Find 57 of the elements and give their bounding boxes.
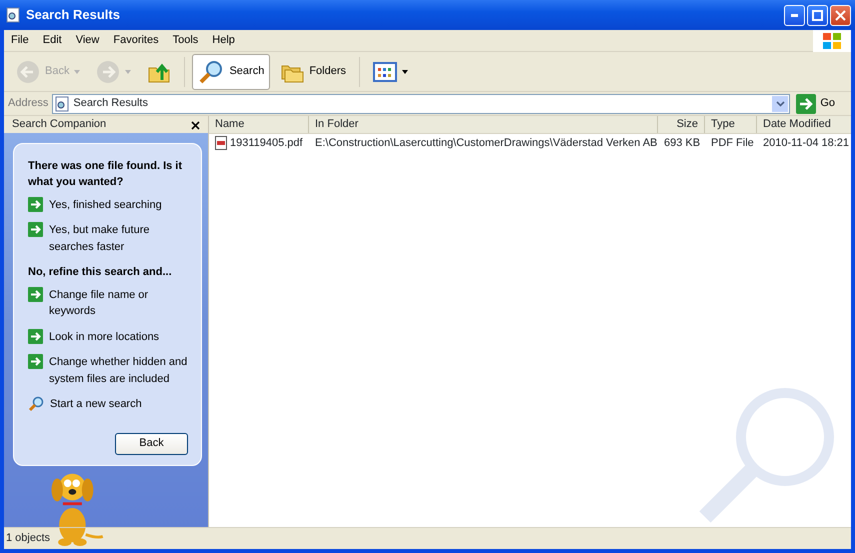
close-icon bbox=[191, 120, 200, 130]
table-cell-text: 2010-11-04 18:21 bbox=[762, 136, 850, 151]
windows-flag-icon bbox=[821, 30, 843, 50]
column-header[interactable]: Type bbox=[705, 116, 757, 133]
folders-button[interactable]: Folders bbox=[274, 54, 352, 90]
search-icon bbox=[28, 396, 44, 412]
arrow-icon bbox=[28, 354, 43, 369]
search-results-icon bbox=[6, 7, 20, 23]
option-link[interactable]: Start a new search bbox=[28, 396, 142, 412]
column-header[interactable]: Date Modified bbox=[757, 116, 851, 133]
column-header[interactable]: In Folder bbox=[309, 116, 658, 133]
views-icon bbox=[373, 62, 398, 82]
arrow-icon bbox=[28, 222, 43, 237]
back-button[interactable]: Back bbox=[115, 432, 188, 454]
menu-item[interactable]: Edit bbox=[36, 32, 69, 49]
panel-heading: There was one file found. Is it what you wanted? bbox=[28, 158, 184, 190]
close-icon bbox=[835, 10, 846, 20]
column-header[interactable]: Name bbox=[209, 116, 309, 133]
maximize-button[interactable] bbox=[807, 4, 828, 26]
caret-icon bbox=[125, 70, 132, 74]
window-title: Search Results bbox=[26, 6, 121, 24]
go-button[interactable]: Go bbox=[794, 94, 849, 114]
arrow-icon bbox=[28, 196, 43, 212]
option-link[interactable]: Look in more locations bbox=[28, 328, 160, 345]
arrow-icon bbox=[28, 286, 43, 302]
search-icon bbox=[198, 58, 224, 84]
search-results-icon bbox=[55, 96, 70, 112]
pane-title: Search Companion bbox=[12, 117, 106, 132]
option-link[interactable]: Change file name or keywords bbox=[28, 286, 188, 320]
table-cell-text: 693 KB bbox=[663, 136, 702, 151]
caret-icon bbox=[402, 70, 408, 74]
caret-icon bbox=[74, 70, 80, 74]
column-header[interactable]: Size bbox=[658, 116, 705, 133]
menu-item[interactable]: Help bbox=[205, 32, 242, 49]
address-field[interactable]: Search Results bbox=[52, 94, 790, 114]
minimize-icon bbox=[791, 14, 798, 16]
status-text: 1 objects bbox=[6, 531, 50, 546]
panel-heading: No, refine this search and... bbox=[28, 265, 173, 280]
pdf-file-icon bbox=[215, 136, 227, 150]
option-link[interactable]: Change whether hidden and system files are included bbox=[28, 354, 188, 387]
menu-item[interactable]: File bbox=[4, 32, 36, 49]
maximize-icon bbox=[812, 10, 823, 20]
file-name[interactable]: 193119405.pdf bbox=[209, 134, 309, 152]
minimize-button[interactable] bbox=[784, 4, 805, 26]
table-cell-text: E:\Construction\Lasercutting\CustomerDrawings\Väderstad Verken AB bbox=[314, 136, 658, 151]
menu-item[interactable]: Favorites bbox=[106, 32, 166, 49]
menu-item[interactable]: View bbox=[68, 32, 106, 49]
arrow-icon bbox=[28, 328, 43, 344]
address-label: Address bbox=[8, 96, 48, 112]
table-cell-text: PDF File bbox=[710, 136, 755, 151]
menu-item[interactable]: Tools bbox=[166, 32, 206, 49]
chevron-down-icon bbox=[776, 100, 785, 106]
close-button[interactable] bbox=[830, 4, 851, 26]
search-button[interactable]: Search bbox=[192, 54, 270, 90]
option-link[interactable]: Yes, finished searching bbox=[28, 196, 162, 213]
option-link[interactable]: Yes, but make future searches faster bbox=[28, 222, 188, 255]
dropdown-button[interactable] bbox=[772, 96, 788, 112]
